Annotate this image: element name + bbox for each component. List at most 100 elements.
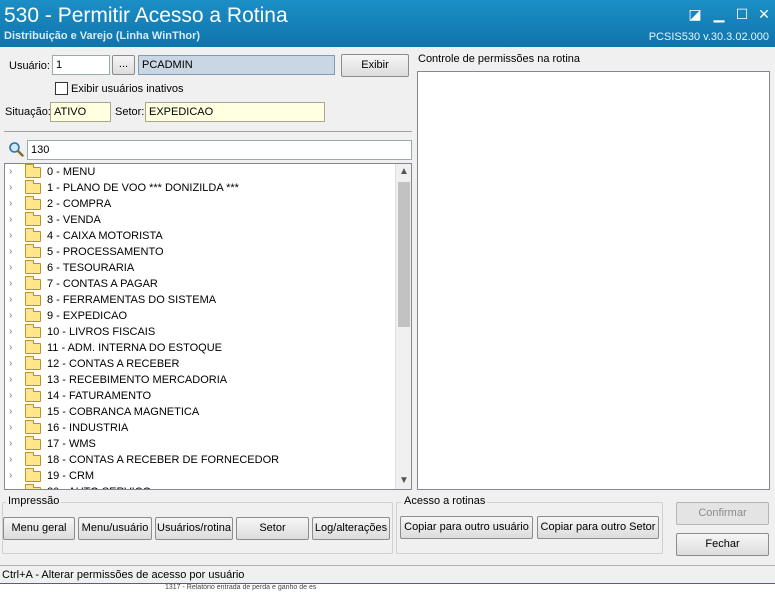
tree-item[interactable]: › 13 - RECEBIMENTO MERCADORIA: [5, 372, 395, 389]
tree-item[interactable]: › 1 - PLANO DE VOO *** DONIZILDA ***: [5, 180, 395, 197]
expand-arrow-icon[interactable]: ›: [9, 422, 12, 433]
tree-item[interactable]: › 15 - COBRANCA MAGNETICA: [5, 404, 395, 421]
copy-to-sector-button[interactable]: Copiar para outro Setor: [537, 516, 659, 539]
tree-item[interactable]: › 16 - INDUSTRIA: [5, 420, 395, 437]
tree-item[interactable]: › 0 - MENU: [5, 164, 395, 181]
copy-to-user-button[interactable]: Copiar para outro usuário: [400, 516, 533, 539]
show-button[interactable]: Exibir: [341, 54, 409, 77]
expand-arrow-icon[interactable]: ›: [9, 438, 12, 449]
tree-item-label: 0 - MENU: [47, 166, 96, 178]
version-label: PCSIS530 v.30.3.02.000: [648, 31, 769, 43]
folder-icon: [25, 324, 41, 338]
user-lookup-button[interactable]: ...: [112, 55, 135, 75]
search-icon: [8, 141, 24, 157]
tree-scrollbar[interactable]: ▲ ▼: [395, 164, 411, 489]
tree-item-label: 10 - LIVROS FISCAIS: [47, 326, 156, 338]
tree-item-label: 13 - RECEBIMENTO MERCADORIA: [47, 374, 228, 386]
tree-item[interactable]: › 9 - EXPEDICAO: [5, 308, 395, 325]
tree-item[interactable]: › 18 - CONTAS A RECEBER DE FORNECEDOR: [5, 452, 395, 469]
close-button[interactable]: Fechar: [676, 533, 769, 556]
expand-arrow-icon[interactable]: ›: [9, 214, 12, 225]
expand-arrow-icon[interactable]: ›: [9, 342, 12, 353]
minimize-icon[interactable]: ▁: [708, 4, 730, 24]
folder-icon: [25, 196, 41, 210]
expand-arrow-icon[interactable]: ›: [9, 470, 12, 481]
user-code-field[interactable]: 1: [52, 55, 110, 75]
background-window-text: 1317 - Relatório entrada de perda e ganh…: [165, 584, 317, 591]
routine-tree[interactable]: › 0 - MENU › 1 - PLANO DE VOO *** DONIZILDA…: [4, 163, 412, 490]
show-inactive-label: Exibir usuários inativos: [71, 83, 184, 95]
tree-item-label: 9 - EXPEDICAO: [47, 310, 128, 322]
expand-arrow-icon[interactable]: ›: [9, 454, 12, 465]
expand-arrow-icon[interactable]: ›: [9, 294, 12, 305]
tree-item[interactable]: › 12 - CONTAS A RECEBER: [5, 356, 395, 373]
expand-arrow-icon[interactable]: ›: [9, 246, 12, 257]
tree-item-label: 1 - PLANO DE VOO *** DONIZILDA ***: [47, 182, 239, 194]
tree-item-label: 6 - TESOURARIA: [47, 262, 135, 274]
tree-item[interactable]: › 11 - ADM. INTERNA DO ESTOQUE: [5, 340, 395, 357]
tree-item[interactable]: › 2 - COMPRA: [5, 196, 395, 213]
tree-item[interactable]: › 6 - TESOURARIA: [5, 260, 395, 277]
expand-arrow-icon[interactable]: ›: [9, 166, 12, 177]
tree-item-label: 15 - COBRANCA MAGNETICA: [47, 406, 200, 418]
log-alteracoes-button[interactable]: Log/alterações: [312, 517, 390, 540]
search-input[interactable]: 130: [27, 140, 412, 160]
tree-item[interactable]: › 10 - LIVROS FISCAIS: [5, 324, 395, 341]
tree-item[interactable]: › 7 - CONTAS A PAGAR: [5, 276, 395, 293]
tree-item[interactable]: › 5 - PROCESSAMENTO: [5, 244, 395, 261]
user-name-field: PCADMIN: [138, 55, 335, 75]
impressao-title: Impressão: [6, 495, 62, 507]
close-icon[interactable]: ✕: [753, 4, 775, 24]
confirm-button[interactable]: Confirmar: [676, 502, 769, 525]
expand-arrow-icon[interactable]: ›: [9, 358, 12, 369]
expand-arrow-icon[interactable]: ›: [9, 326, 12, 337]
setor-button[interactable]: Setor: [236, 517, 309, 540]
expand-arrow-icon[interactable]: ›: [9, 406, 12, 417]
expand-arrow-icon[interactable]: ›: [9, 182, 12, 193]
maximize-icon[interactable]: ☐: [731, 4, 753, 24]
tree-item-label: 19 - CRM: [47, 470, 95, 482]
tree-item[interactable]: › 3 - VENDA: [5, 212, 395, 229]
tree-item-label: 18 - CONTAS A RECEBER DE FORNECEDOR: [47, 454, 280, 466]
scroll-up-icon[interactable]: ▲: [396, 164, 411, 180]
menu-geral-button[interactable]: Menu geral: [3, 517, 75, 540]
tree-item[interactable]: › 4 - CAIXA MOTORISTA: [5, 228, 395, 245]
tree-item-label: 12 - CONTAS A RECEBER: [47, 358, 180, 370]
folder-icon: [25, 468, 41, 482]
folder-icon: [25, 388, 41, 402]
expand-arrow-icon[interactable]: ›: [9, 198, 12, 209]
folder-icon: [25, 228, 41, 242]
tree-item-label: 20 - AUTO SERVICO: [47, 486, 151, 489]
folder-icon: [25, 356, 41, 370]
scroll-down-icon[interactable]: ▼: [396, 473, 411, 489]
user-label: Usuário:: [9, 60, 50, 72]
expand-arrow-icon[interactable]: ›: [9, 262, 12, 273]
situation-label: Situação:: [5, 106, 51, 118]
usuarios-rotina-button[interactable]: Usuários/rotina: [155, 517, 233, 540]
tree-item[interactable]: › 8 - FERRAMENTAS DO SISTEMA: [5, 292, 395, 309]
folder-icon: [25, 436, 41, 450]
permissions-panel[interactable]: [417, 71, 770, 490]
tree-item-label: 3 - VENDA: [47, 214, 101, 226]
tree-item[interactable]: › 19 - CRM: [5, 468, 395, 485]
expand-arrow-icon[interactable]: ›: [9, 310, 12, 321]
tree-item[interactable]: › 20 - AUTO SERVICO: [5, 484, 395, 489]
scroll-thumb[interactable]: [398, 182, 410, 327]
folder-icon: [25, 244, 41, 258]
situation-field: ATIVO: [50, 102, 111, 122]
expand-arrow-icon[interactable]: ›: [9, 486, 12, 489]
folder-icon: [25, 276, 41, 290]
restore-layout-icon[interactable]: ◪: [684, 4, 706, 24]
folder-icon: [25, 484, 41, 489]
folder-icon: [25, 340, 41, 354]
tree-item[interactable]: › 14 - FATURAMENTO: [5, 388, 395, 405]
folder-icon: [25, 452, 41, 466]
show-inactive-checkbox[interactable]: [55, 82, 68, 95]
folder-icon: [25, 404, 41, 418]
menu-usuario-button[interactable]: Menu/usuário: [78, 517, 152, 540]
expand-arrow-icon[interactable]: ›: [9, 278, 12, 289]
expand-arrow-icon[interactable]: ›: [9, 230, 12, 241]
expand-arrow-icon[interactable]: ›: [9, 390, 12, 401]
tree-item[interactable]: › 17 - WMS: [5, 436, 395, 453]
expand-arrow-icon[interactable]: ›: [9, 374, 12, 385]
